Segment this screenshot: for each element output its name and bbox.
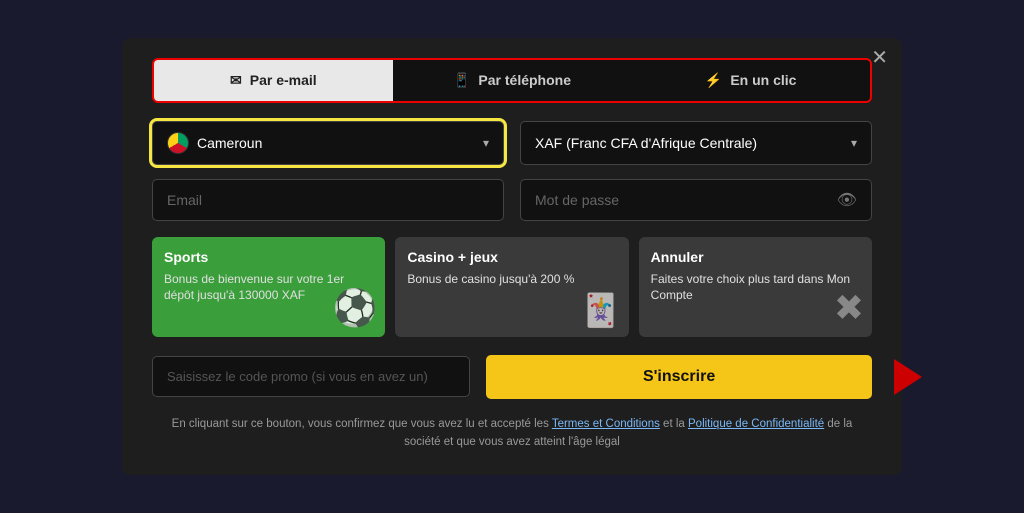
annuler-card-text: Faites votre choix plus tard dans Mon Co… bbox=[651, 271, 860, 305]
close-button[interactable]: ✕ bbox=[871, 48, 888, 68]
tab-email[interactable]: ✉ Par e-mail bbox=[154, 60, 393, 101]
email-input[interactable] bbox=[167, 192, 489, 208]
cameroon-flag bbox=[167, 132, 189, 154]
x-icon: ✖ bbox=[834, 287, 864, 329]
privacy-link[interactable]: Politique de Confidentialité bbox=[688, 418, 824, 430]
casino-card-text: Bonus de casino jusqu'à 200 % bbox=[407, 271, 616, 288]
credentials-row: 👁 bbox=[152, 179, 872, 221]
casino-card-title: Casino + jeux bbox=[407, 249, 616, 265]
casino-bonus-card[interactable]: Casino + jeux Bonus de casino jusqu'à 20… bbox=[395, 237, 628, 337]
soccer-ball-icon: ⚽ bbox=[333, 287, 378, 329]
password-input[interactable] bbox=[535, 192, 837, 208]
promo-input[interactable] bbox=[152, 356, 470, 397]
tab-oneclick[interactable]: ⚡ En un clic bbox=[631, 60, 870, 101]
country-label: Cameroun bbox=[197, 135, 262, 151]
email-icon: ✉ bbox=[230, 72, 242, 89]
terms-link[interactable]: Termes et Conditions bbox=[552, 418, 660, 430]
action-row: S'inscrire bbox=[152, 355, 872, 399]
country-select[interactable]: Cameroun ▾ bbox=[152, 121, 504, 165]
registration-modal: ✕ ✉ Par e-mail 📱 Par téléphone ⚡ En un c… bbox=[122, 38, 902, 476]
sports-card-title: Sports bbox=[164, 249, 373, 265]
tab-container: ✉ Par e-mail 📱 Par téléphone ⚡ En un cli… bbox=[152, 58, 872, 103]
lightning-icon: ⚡ bbox=[705, 72, 722, 89]
footer-text: En cliquant sur ce bouton, vous confirme… bbox=[152, 415, 872, 452]
email-field-wrapper bbox=[152, 179, 504, 221]
cards-icon: 🃏 bbox=[581, 291, 621, 329]
eye-icon[interactable]: 👁 bbox=[837, 190, 857, 210]
password-field-wrapper: 👁 bbox=[520, 179, 872, 221]
register-button[interactable]: S'inscrire bbox=[486, 355, 872, 399]
bonus-cards-row: Sports Bonus de bienvenue sur votre 1er … bbox=[152, 237, 872, 337]
phone-icon: 📱 bbox=[453, 72, 470, 89]
country-chevron: ▾ bbox=[483, 136, 489, 150]
currency-label: XAF (Franc CFA d'Afrique Centrale) bbox=[535, 135, 757, 151]
currency-chevron: ▾ bbox=[851, 136, 857, 150]
currency-select[interactable]: XAF (Franc CFA d'Afrique Centrale) ▾ bbox=[520, 121, 872, 165]
sports-bonus-card[interactable]: Sports Bonus de bienvenue sur votre 1er … bbox=[152, 237, 385, 337]
cancel-bonus-card[interactable]: Annuler Faites votre choix plus tard dan… bbox=[639, 237, 872, 337]
annuler-card-title: Annuler bbox=[651, 249, 860, 265]
tab-phone[interactable]: 📱 Par téléphone bbox=[393, 60, 632, 101]
selects-row: Cameroun ▾ XAF (Franc CFA d'Afrique Cent… bbox=[152, 121, 872, 165]
arrow-right-icon bbox=[894, 359, 922, 395]
